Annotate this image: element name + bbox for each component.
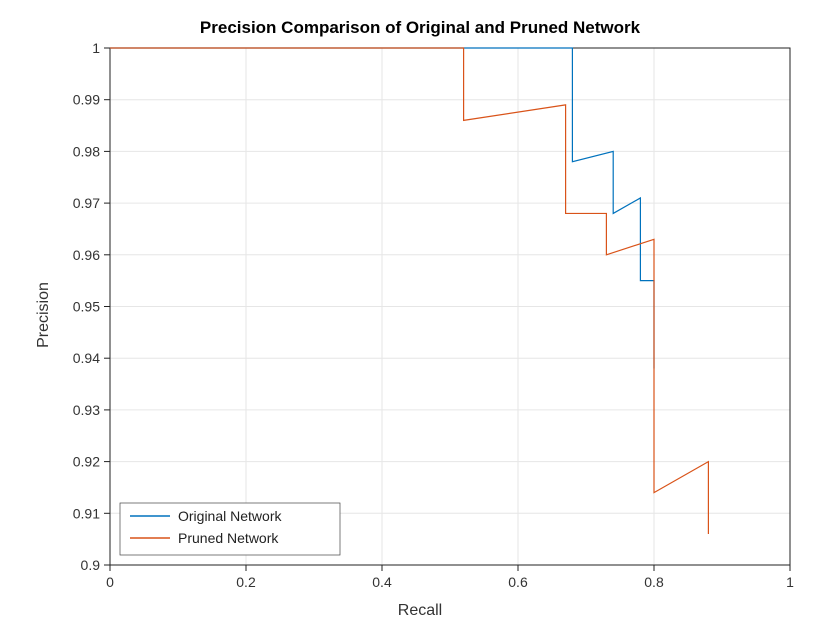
series-line-1: [110, 48, 708, 534]
y-tick-label: 0.96: [73, 247, 100, 263]
y-tick-label: 0.97: [73, 195, 100, 211]
y-tick-label: 0.98: [73, 143, 100, 159]
y-tick-label: 1: [92, 40, 100, 56]
y-tick-label: 0.95: [73, 299, 100, 315]
x-tick-label: 0: [106, 574, 114, 590]
y-tick-label: 0.99: [73, 92, 100, 108]
y-tick-label: 0.94: [73, 350, 100, 366]
chart-figure: Precision Comparison of Original and Pru…: [0, 0, 840, 630]
y-tick-label: 0.91: [73, 505, 100, 521]
x-tick-label: 0.4: [372, 574, 392, 590]
legend-label: Original Network: [178, 508, 282, 524]
x-tick-label: 1: [786, 574, 794, 590]
x-tick-label: 0.2: [236, 574, 256, 590]
x-tick-label: 0.6: [508, 574, 528, 590]
x-tick-label: 0.8: [644, 574, 664, 590]
y-tick-label: 0.93: [73, 402, 100, 418]
y-tick-label: 0.92: [73, 454, 100, 470]
legend-label: Pruned Network: [178, 530, 279, 546]
y-tick-label: 0.9: [81, 557, 101, 573]
chart-plot: 0 0.2 0.4 0.6 0.8 1 0.9 0.91 0.92 0.93 0.94 0.95 0.9…: [0, 0, 840, 630]
